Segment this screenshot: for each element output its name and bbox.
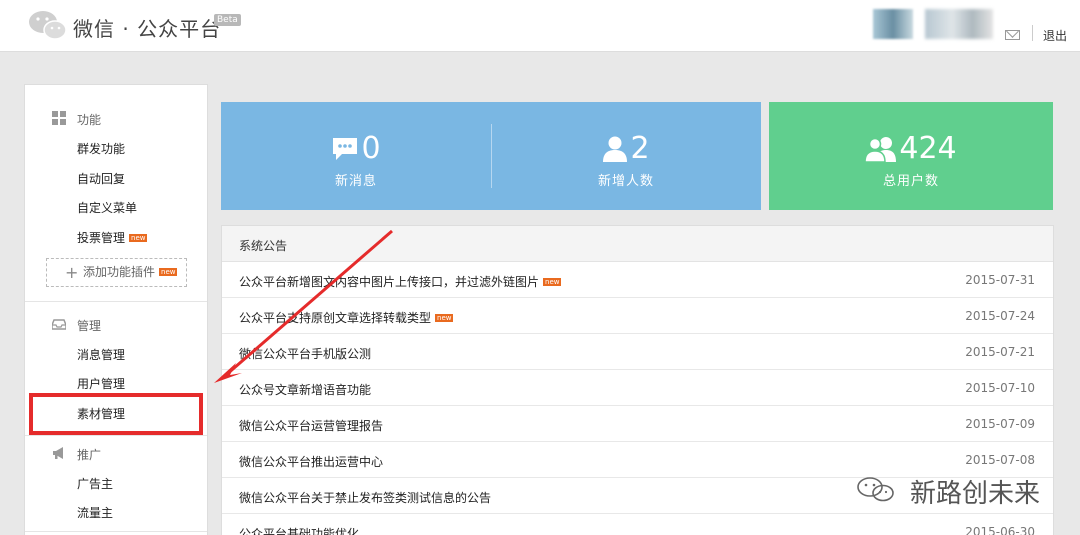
new-badge: new — [435, 314, 454, 322]
sidebar-item-auto-reply[interactable]: 自动回复 — [77, 170, 125, 187]
notice-row-date: 2015-07-08 — [965, 453, 1035, 467]
stat-value: 424 — [899, 131, 957, 166]
inbox-icon — [52, 319, 66, 330]
user-icon — [603, 136, 628, 162]
sidebar-item-label: 投票管理 — [77, 231, 126, 245]
sidebar-item-broadcast[interactable]: 群发功能 — [77, 140, 125, 157]
stat-value: 2 — [630, 131, 650, 166]
grid-icon — [52, 111, 66, 125]
stat-value: 0 — [361, 131, 381, 166]
stat-label: 总用户数 — [882, 174, 939, 189]
table-row[interactable]: 公众平台基础功能优化 2015-06-30 — [222, 514, 1053, 535]
stat-label: 新增人数 — [597, 174, 654, 189]
annotation-arrow — [214, 229, 393, 383]
add-plugin-label: 添加功能插件 — [83, 265, 156, 279]
top-bar: 微信 · 公众平台 Beta 退出 — [0, 0, 1080, 52]
sidebar-divider — [25, 435, 207, 436]
stat-label: 新消息 — [334, 174, 377, 189]
notice-row-title: 微信公众平台运营管理报告 — [239, 419, 384, 433]
add-plugin-button[interactable]: + 添加功能插件 new — [46, 258, 187, 287]
account-name-blurred[interactable] — [925, 9, 993, 39]
stat-total-users[interactable]: 424 总用户数 — [769, 102, 1053, 210]
sidebar-item-users[interactable]: 用户管理 — [77, 375, 125, 392]
stat-new-followers[interactable]: 2 新增人数 — [491, 102, 761, 210]
sidebar-item-advertiser[interactable]: 广告主 — [77, 475, 113, 492]
sidebar-divider — [25, 531, 207, 532]
sidebar-item-messages[interactable]: 消息管理 — [77, 346, 125, 363]
notice-row-date: 2015-07-24 — [965, 309, 1035, 323]
wechat-watermark-icon — [857, 477, 894, 502]
new-badge: new — [129, 234, 148, 242]
notice-row-date: 2015-07-10 — [965, 381, 1035, 395]
materials-highlight-box — [29, 393, 203, 435]
watermark: 新路创未来 — [855, 470, 1055, 509]
users-icon — [865, 136, 897, 163]
plus-icon: + — [65, 263, 79, 282]
mail-icon[interactable] — [1005, 30, 1020, 40]
new-badge: new — [543, 278, 562, 286]
beta-badge: Beta — [214, 14, 241, 26]
stat-value-row: 424 — [769, 130, 1053, 166]
wechat-logo-icon — [29, 11, 67, 40]
message-icon — [333, 137, 358, 160]
stats-panel-blue: 0 新消息 2 新增人数 — [221, 102, 761, 210]
header-divider — [1032, 25, 1033, 41]
megaphone-icon — [53, 447, 63, 459]
sidebar-group-label: 功能 — [77, 113, 102, 127]
logout-link[interactable]: 退出 — [1043, 27, 1067, 44]
sidebar-group-label: 管理 — [77, 319, 102, 333]
platform-title: 微信 · 公众平台 — [73, 17, 222, 41]
sidebar-group-label: 推广 — [77, 448, 102, 462]
notice-row-date: 2015-07-21 — [965, 345, 1035, 359]
sidebar-item-vote[interactable]: 投票管理 new — [77, 229, 148, 246]
notice-row-title: 微信公众平台关于禁止发布签类测试信息的公告 — [239, 491, 492, 505]
notice-row-date: 2015-07-31 — [965, 273, 1035, 287]
sidebar-item-custom-menu[interactable]: 自定义菜单 — [77, 199, 137, 216]
table-row[interactable]: 微信公众平台运营管理报告 2015-07-09 — [222, 406, 1053, 442]
notice-row-date: 2015-06-30 — [965, 525, 1035, 535]
sidebar: 功能 群发功能 自动回复 自定义菜单 投票管理 new + 添加功能插件 new 管理… — [24, 84, 208, 535]
sidebar-item-traffic-owner[interactable]: 流量主 — [77, 504, 113, 521]
notice-row-title: 微信公众平台推出运营中心 — [239, 455, 384, 469]
sidebar-divider — [25, 301, 207, 302]
stat-new-messages[interactable]: 0 新消息 — [221, 102, 491, 210]
avatar[interactable] — [873, 9, 913, 39]
notice-row-date: 2015-07-09 — [965, 417, 1035, 431]
stat-value-row: 0 — [221, 130, 491, 166]
watermark-text: 新路创未来 — [910, 479, 1041, 509]
stat-value-row: 2 — [491, 130, 761, 166]
new-badge: new — [159, 268, 178, 276]
notice-row-title: 公众平台基础功能优化 — [239, 527, 360, 535]
stats-panel-green: 424 总用户数 — [769, 102, 1053, 210]
